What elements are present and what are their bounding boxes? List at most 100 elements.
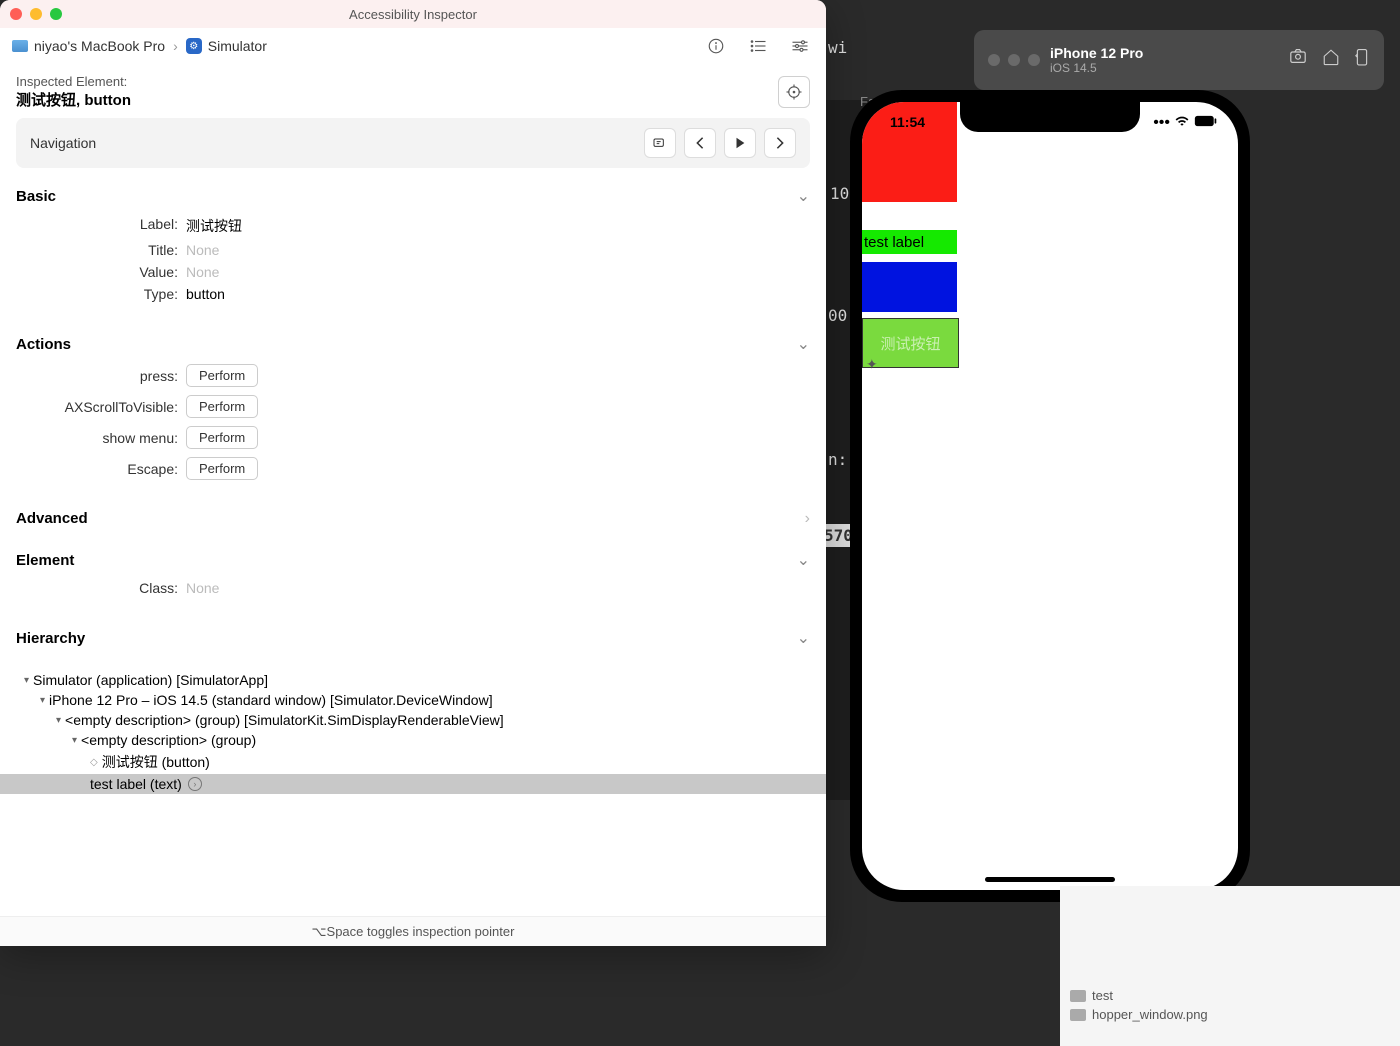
element-class-value: None: [186, 580, 219, 596]
disclosure-triangle-icon[interactable]: ▾: [24, 675, 29, 686]
status-time: 11:54: [890, 114, 925, 130]
signal-icon: •••: [1153, 114, 1170, 132]
tree-node-label: <empty description> (group): [81, 732, 256, 748]
hierarchy-tree: ▾Simulator (application) [SimulatorApp] …: [0, 666, 826, 798]
file-name: test: [1092, 988, 1113, 1003]
close-button[interactable]: [988, 54, 1000, 66]
action-scroll-key: AXScrollToVisible:: [16, 399, 186, 415]
element-class-key: Class:: [16, 580, 186, 596]
section-title-element: Element: [16, 552, 74, 569]
close-button[interactable]: [10, 8, 22, 20]
macbook-icon: [12, 40, 28, 52]
notch: [960, 102, 1140, 132]
titlebar: Accessibility Inspector: [0, 0, 826, 28]
finder-background: test hopper_window.png: [1060, 886, 1400, 1046]
action-escape-key: Escape:: [16, 461, 186, 477]
hierarchy-section: Hierarchy ⌄: [0, 610, 826, 666]
minimize-button[interactable]: [30, 8, 42, 20]
basic-title-value: None: [186, 242, 219, 258]
disclosure-triangle-icon[interactable]: ▾: [72, 735, 77, 746]
section-title-hierarchy: Hierarchy: [16, 630, 85, 647]
nav-previous-button[interactable]: [684, 128, 716, 158]
simulator-traffic-lights: [988, 54, 1040, 66]
file-thumbnail-icon: [1070, 990, 1086, 1002]
basic-title-key: Title:: [16, 242, 186, 258]
inspection-pointer-button[interactable]: [778, 76, 810, 108]
perform-press-button[interactable]: Perform: [186, 364, 258, 387]
chevron-down-icon[interactable]: ⌄: [797, 334, 810, 354]
tree-row-selected[interactable]: test label (text) ›: [0, 774, 826, 794]
basic-type-key: Type:: [16, 286, 186, 302]
code-fragment: n:: [828, 450, 847, 469]
info-button[interactable]: [702, 34, 730, 58]
toolbar-actions: [702, 34, 814, 58]
accessibility-inspector-window: Accessibility Inspector niyao's MacBook …: [0, 0, 826, 946]
breadcrumb-target: Simulator: [208, 38, 267, 54]
audit-button[interactable]: [744, 34, 772, 58]
finder-file-row[interactable]: test: [1070, 986, 1390, 1005]
finder-file-row[interactable]: hopper_window.png: [1070, 1005, 1390, 1024]
perform-menu-button[interactable]: Perform: [186, 426, 258, 449]
perform-escape-button[interactable]: Perform: [186, 457, 258, 480]
code-fragment: 10: [830, 184, 849, 203]
section-title-advanced: Advanced: [16, 510, 88, 528]
breadcrumb-bar: niyao's MacBook Pro › ⚙ Simulator: [0, 28, 826, 64]
footer-hint: ⌥Space toggles inspection pointer: [0, 916, 826, 946]
tree-row[interactable]: ▾ <empty description> (group) [SimulatorK…: [16, 710, 810, 730]
action-press-key: press:: [16, 368, 186, 384]
minimize-button[interactable]: [1008, 54, 1020, 66]
tree-row[interactable]: ▾ iPhone 12 Pro – iOS 14.5 (standard wind…: [16, 690, 810, 710]
iphone-frame: 11:54 ••• test label 测试按钮 ✦: [850, 90, 1250, 902]
basic-value-key: Value:: [16, 264, 186, 280]
status-icons: •••: [1153, 114, 1218, 132]
file-name: hopper_window.png: [1092, 1007, 1208, 1022]
traffic-lights: [10, 8, 62, 20]
chevron-down-icon[interactable]: ⌄: [797, 186, 810, 206]
basic-section: Basic ⌄ Label:测试按钮 Title:None Value:None…: [0, 168, 826, 316]
inspected-value: 测试按钮, button: [16, 89, 131, 110]
tree-row[interactable]: ▾ Simulator (application) [SimulatorApp]: [16, 670, 810, 690]
tree-node-label: Simulator (application) [SimulatorApp]: [33, 672, 268, 688]
navigation-label: Navigation: [30, 135, 96, 151]
speak-button[interactable]: [644, 128, 676, 158]
simulator-icon: ⚙: [186, 38, 202, 54]
screenshot-button[interactable]: [1288, 48, 1308, 73]
test-label: test label: [862, 230, 957, 254]
basic-label-key: Label:: [16, 216, 186, 236]
basic-type-value: button: [186, 286, 225, 302]
perform-scroll-button[interactable]: Perform: [186, 395, 258, 418]
iphone-screen[interactable]: 11:54 ••• test label 测试按钮 ✦: [862, 102, 1238, 890]
maximize-button[interactable]: [1028, 54, 1040, 66]
tree-node-label: <empty description> (group) [SimulatorKi…: [65, 712, 504, 728]
window-title: Accessibility Inspector: [349, 7, 477, 22]
simulator-ios-version: iOS 14.5: [1050, 61, 1278, 75]
disclosure-triangle-icon[interactable]: ▾: [56, 715, 61, 726]
chevron-down-icon[interactable]: ⌄: [797, 628, 810, 648]
section-title-basic: Basic: [16, 188, 56, 205]
chevron-right-icon: ›: [805, 510, 810, 528]
battery-icon: [1194, 114, 1218, 132]
file-thumbnail-icon: [1070, 1009, 1086, 1021]
nav-play-button[interactable]: [724, 128, 756, 158]
tree-node-label: iPhone 12 Pro – iOS 14.5 (standard windo…: [49, 692, 493, 708]
advanced-section[interactable]: Advanced ›: [0, 496, 826, 542]
tree-row[interactable]: ▾ <empty description> (group): [16, 730, 810, 750]
settings-button[interactable]: [786, 34, 814, 58]
simulator-window-chrome: iPhone 12 Pro iOS 14.5: [974, 30, 1384, 90]
nav-next-button[interactable]: [764, 128, 796, 158]
chevron-down-icon[interactable]: ⌄: [797, 550, 810, 570]
home-button[interactable]: [1322, 48, 1340, 73]
focus-ring-icon[interactable]: ›: [188, 777, 202, 791]
maximize-button[interactable]: [50, 8, 62, 20]
home-indicator[interactable]: [985, 877, 1115, 882]
disclosure-triangle-icon[interactable]: ▾: [40, 695, 45, 706]
tree-row[interactable]: ◇测试按钮 (button): [16, 750, 810, 774]
crosshair-icon: ✦: [866, 356, 878, 373]
element-section: Element ⌄ Class:None: [0, 542, 826, 610]
tree-node-label: 测试按钮 (button): [102, 752, 210, 772]
tree-node-label: test label (text): [90, 776, 182, 792]
rotate-button[interactable]: [1354, 48, 1370, 73]
navigation-panel: Navigation: [16, 118, 810, 168]
code-fragment: wi: [828, 38, 847, 57]
breadcrumb-path[interactable]: niyao's MacBook Pro › ⚙ Simulator: [12, 38, 267, 54]
